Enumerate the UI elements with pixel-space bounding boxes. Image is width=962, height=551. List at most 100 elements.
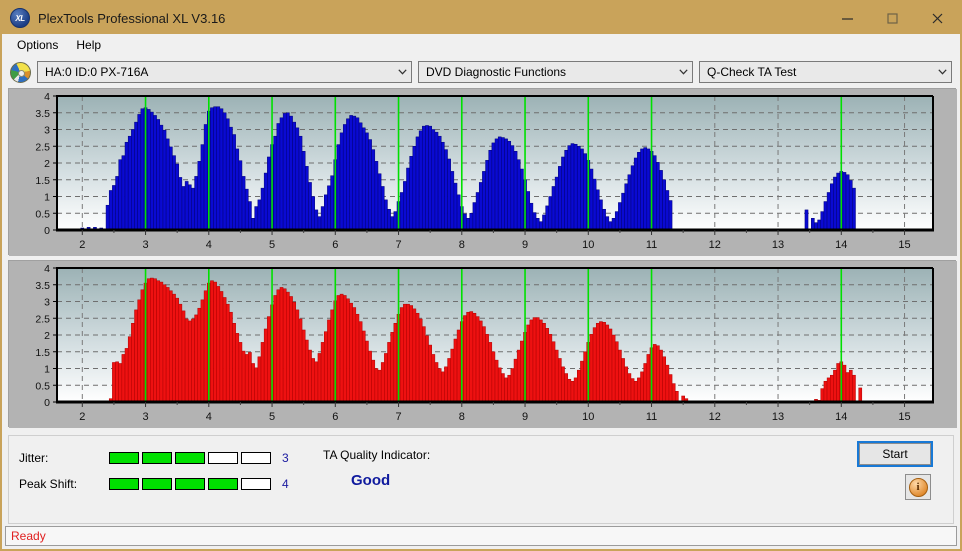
ta-test-chart-top-panel: 0 0.5 1 1.5 2 2.5 3 3.5 4 2 3 4 5 6 7 8 9 10 11 12 13 14 15 — [8, 88, 957, 256]
start-button[interactable]: Start — [857, 441, 933, 467]
chevron-down-icon — [394, 69, 411, 75]
svg-text:9: 9 — [522, 411, 528, 423]
svg-text:0.5: 0.5 — [35, 208, 50, 220]
led-segment — [109, 478, 139, 490]
svg-text:11: 11 — [646, 239, 657, 251]
svg-text:3: 3 — [142, 239, 148, 251]
svg-text:2: 2 — [44, 330, 50, 342]
svg-text:4: 4 — [44, 91, 50, 103]
toolbar: HA:0 ID:0 PX-716A DVD Diagnostic Functio… — [2, 56, 960, 88]
peak-shift-row: Peak Shift: 4 — [19, 474, 289, 494]
menu-item-help[interactable]: Help — [67, 36, 110, 54]
title-bar: XL PlexTools Professional XL V3.16 — [2, 2, 960, 34]
svg-text:4: 4 — [206, 411, 212, 423]
svg-text:1.5: 1.5 — [35, 175, 50, 187]
function-select[interactable]: DVD Diagnostic Functions — [418, 61, 693, 83]
led-segment — [208, 478, 238, 490]
function-select-value: DVD Diagnostic Functions — [426, 65, 567, 79]
svg-text:5: 5 — [269, 239, 275, 251]
svg-text:3: 3 — [44, 297, 50, 309]
svg-text:8: 8 — [459, 239, 465, 251]
led-segment — [175, 452, 205, 464]
svg-text:7: 7 — [395, 411, 401, 423]
svg-text:14: 14 — [835, 239, 847, 251]
led-segment — [241, 478, 271, 490]
svg-text:15: 15 — [898, 411, 910, 423]
close-button[interactable] — [915, 2, 960, 34]
ta-test-chart-bottom: 0 0.5 1 1.5 2 2.5 3 3.5 4 2 3 4 5 6 7 8 9 10 11 12 13 14 15 — [9, 261, 957, 428]
svg-text:3: 3 — [142, 411, 148, 423]
test-select-value: Q-Check TA Test — [707, 65, 797, 79]
led-segment — [142, 478, 172, 490]
svg-text:12: 12 — [709, 239, 721, 251]
minimize-button[interactable] — [825, 2, 870, 34]
svg-text:1: 1 — [44, 364, 50, 376]
quality-indicators: Jitter: 3 Peak Shift: 4 — [19, 448, 289, 500]
ta-quality-value: Good — [351, 472, 391, 489]
ta-quality-block: TA Quality Indicator: Good — [323, 448, 430, 489]
svg-text:0: 0 — [44, 397, 50, 409]
svg-text:1.5: 1.5 — [35, 347, 50, 359]
svg-text:13: 13 — [772, 239, 784, 251]
results-panel: Jitter: 3 Peak Shift: 4 TA Quality Indic… — [8, 435, 954, 524]
svg-text:11: 11 — [646, 411, 657, 423]
svg-text:7: 7 — [395, 239, 401, 251]
menu-bar: Options Help — [2, 34, 960, 56]
peak-shift-led-bar — [109, 478, 271, 490]
peak-shift-label: Peak Shift: — [19, 477, 78, 491]
test-select[interactable]: Q-Check TA Test — [699, 61, 952, 83]
status-bar: Ready — [5, 526, 957, 546]
jitter-label: Jitter: — [19, 451, 49, 465]
peak-shift-value: 4 — [282, 477, 289, 491]
led-segment — [142, 452, 172, 464]
window-controls — [825, 2, 960, 34]
led-segment — [109, 452, 139, 464]
window-title: PlexTools Professional XL V3.16 — [38, 10, 226, 26]
svg-text:6: 6 — [332, 411, 338, 423]
status-text: Ready — [11, 529, 46, 543]
svg-text:5: 5 — [269, 411, 275, 423]
info-button[interactable]: i — [905, 474, 931, 500]
svg-text:2: 2 — [44, 158, 50, 170]
svg-text:13: 13 — [772, 411, 784, 423]
svg-text:3: 3 — [44, 125, 50, 137]
drive-select-value: HA:0 ID:0 PX-716A — [45, 65, 149, 79]
svg-text:3.5: 3.5 — [35, 280, 50, 292]
optical-disc-icon — [10, 61, 31, 83]
svg-text:6: 6 — [332, 239, 338, 251]
svg-text:2.5: 2.5 — [35, 141, 50, 153]
app-window: XL PlexTools Professional XL V3.16 Optio… — [0, 0, 962, 551]
charts-area: 0 0.5 1 1.5 2 2.5 3 3.5 4 2 3 4 5 6 7 8 9 10 11 12 13 14 15 00… — [2, 88, 960, 432]
svg-text:10: 10 — [582, 239, 594, 251]
svg-text:12: 12 — [709, 411, 721, 423]
led-segment — [208, 452, 238, 464]
jitter-value: 3 — [282, 451, 289, 465]
chevron-down-icon — [675, 69, 692, 75]
ta-test-chart-bottom-panel: 0 0.5 1 1.5 2 2.5 3 3.5 4 2 3 4 5 6 7 8 9 10 11 12 13 14 15 — [8, 260, 957, 428]
svg-text:2.5: 2.5 — [35, 313, 50, 325]
svg-text:15: 15 — [898, 239, 910, 251]
menu-item-options[interactable]: Options — [8, 36, 67, 54]
svg-text:14: 14 — [835, 411, 847, 423]
chevron-down-icon — [934, 69, 951, 75]
drive-select[interactable]: HA:0 ID:0 PX-716A — [37, 61, 412, 83]
svg-text:3.5: 3.5 — [35, 108, 50, 120]
jitter-row: Jitter: 3 — [19, 448, 289, 468]
led-segment — [241, 452, 271, 464]
svg-text:0: 0 — [44, 225, 50, 237]
svg-text:8: 8 — [459, 411, 465, 423]
svg-text:2: 2 — [79, 411, 85, 423]
svg-text:4: 4 — [44, 263, 50, 275]
ta-test-chart-top: 0 0.5 1 1.5 2 2.5 3 3.5 4 2 3 4 5 6 7 8 9 10 11 12 13 14 15 — [9, 89, 957, 256]
led-segment — [175, 478, 205, 490]
jitter-led-bar — [109, 452, 271, 464]
info-icon: i — [908, 477, 928, 497]
svg-text:10: 10 — [582, 411, 594, 423]
svg-text:4: 4 — [206, 239, 212, 251]
app-logo-icon: XL — [10, 8, 30, 28]
svg-text:2: 2 — [79, 239, 85, 251]
svg-text:9: 9 — [522, 239, 528, 251]
maximize-button[interactable] — [870, 2, 915, 34]
ta-quality-label: TA Quality Indicator: — [323, 448, 431, 462]
svg-text:0.5: 0.5 — [35, 380, 50, 392]
